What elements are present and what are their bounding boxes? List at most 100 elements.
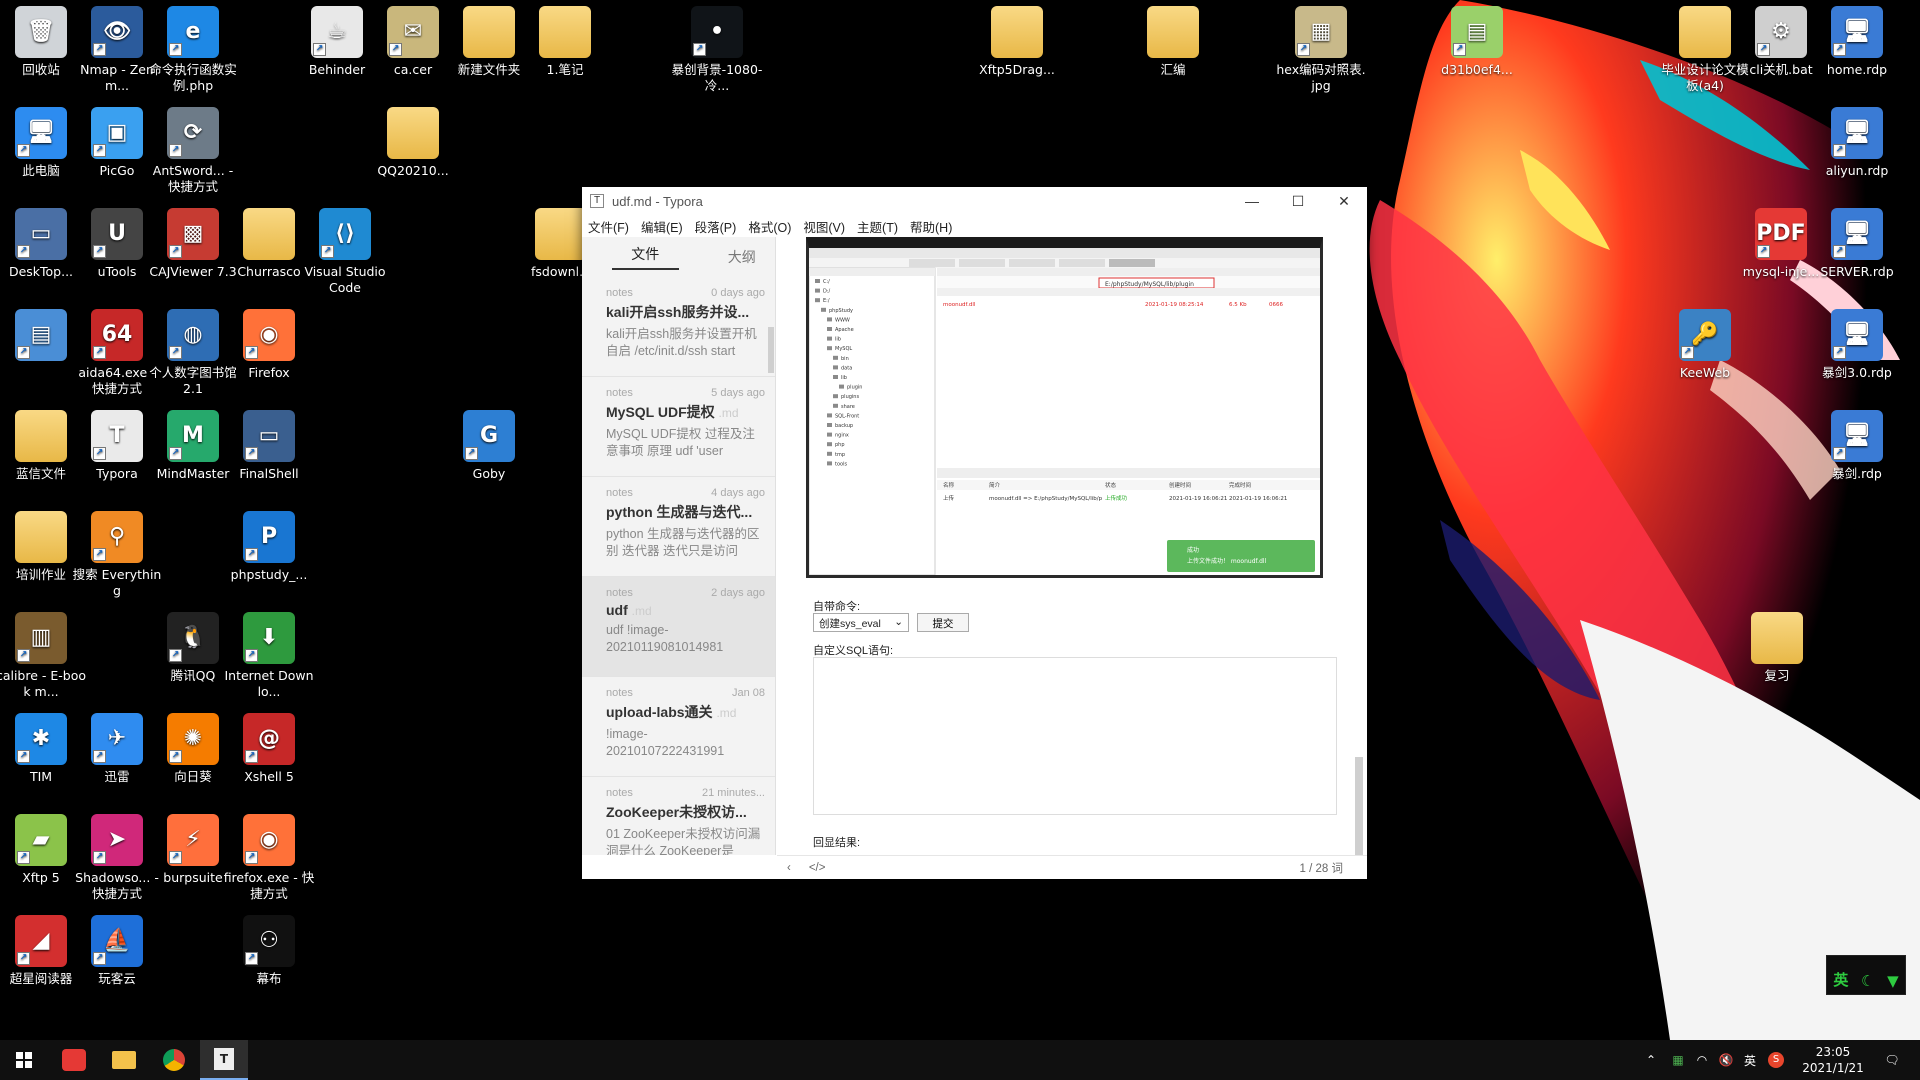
desktop-icon[interactable]: ⟨⟩ ↗ Visual Studio Code	[299, 208, 391, 296]
desktop-icon[interactable]: 🖥 ↗ 暴剑.rdp	[1811, 410, 1903, 482]
start-button[interactable]	[0, 1040, 48, 1080]
desktop-icon[interactable]: ⛵ ↗ 玩客云	[71, 915, 163, 987]
desktop-icon[interactable]: e ↗ 命令执行函数实例.php	[147, 6, 239, 94]
desktop-icon[interactable]: 🖥 ↗ 暴剑3.0.rdp	[1811, 309, 1903, 381]
volume-muted-icon[interactable]: 🔇	[1714, 1040, 1738, 1080]
tray-app-icon[interactable]: ▦	[1666, 1040, 1690, 1080]
desktop-icon[interactable]: 🖥 ↗ aliyun.rdp	[1811, 107, 1903, 179]
desktop-icon[interactable]: ◉ ↗ firefox.exe - 快捷方式	[223, 814, 315, 902]
editor-pane[interactable]: E:/phpStudy/MySQL/lib/plugin moonudf.dll…	[777, 237, 1367, 855]
shortcut-arrow-icon: ↗	[17, 346, 30, 359]
task-col-desc: 简介	[989, 481, 1001, 489]
desktop-icon[interactable]: 🖥 ↗ home.rdp	[1811, 6, 1903, 78]
title-bar[interactable]: T udf.md - Typora — ☐ ✕	[582, 187, 1367, 215]
app-icon: T ↗	[91, 410, 143, 462]
taskbar-typora[interactable]: T	[200, 1040, 248, 1080]
file-list-item[interactable]: notes 0 days ago kali开启ssh服务并设... kali开启ss…	[582, 277, 775, 377]
app-icon: • ↗	[691, 6, 743, 58]
tree-folder-icon	[821, 307, 826, 312]
menu-theme[interactable]: 主题(T)	[857, 217, 898, 236]
tree-node: plugin	[847, 385, 862, 391]
desktop-icon[interactable]: ▤ ↗ d31b0ef4...	[1431, 6, 1523, 78]
menu-edit[interactable]: 编辑(E)	[641, 217, 683, 236]
submit-button[interactable]: 提交	[917, 613, 969, 632]
desktop-icon[interactable]: ⚲ ↗ 搜索 Everything	[71, 511, 163, 599]
desktop-icon[interactable]: @ ↗ Xshell 5	[223, 713, 315, 785]
desktop-icon[interactable]: 汇编	[1127, 6, 1219, 78]
tray-lang[interactable]: 英	[1738, 1040, 1762, 1080]
menu-format[interactable]: 格式(O)	[748, 217, 791, 236]
app-icon: 🐧 ↗	[167, 612, 219, 664]
tree-folder-icon	[815, 288, 820, 293]
icon-glyph: M	[182, 423, 204, 448]
menu-view[interactable]: 视图(V)	[803, 217, 845, 236]
app-icon: ☕ ↗	[311, 6, 363, 58]
clock[interactable]: 23:05 2021/1/21	[1796, 1040, 1870, 1080]
desktop-icon-label: 汇编	[1160, 62, 1186, 77]
desktop-icon[interactable]: ⟳ ↗ AntSword... - 快捷方式	[147, 107, 239, 195]
file-title: udf	[606, 602, 628, 618]
typora-window: T udf.md - Typora — ☐ ✕ 文件(F) 编辑(E) 段落(P…	[582, 187, 1367, 879]
file-list-item[interactable]: notes Jan 08 upload-labs通关 .md !image-20210…	[582, 677, 775, 777]
back-arrow-icon[interactable]: ‹	[787, 862, 791, 874]
folder-icon	[1147, 6, 1199, 58]
sogou-icon[interactable]: S	[1762, 1040, 1790, 1080]
file-row-date: 2021-01-19 08:25:14	[1145, 302, 1204, 308]
app-icon: 🔑 ↗	[1679, 309, 1731, 361]
desktop-icon[interactable]: 1.笔记	[519, 6, 611, 78]
desktop-icon[interactable]: P ↗ phpstudy_...	[223, 511, 315, 583]
sidebar-scrollbar[interactable]	[768, 327, 774, 373]
icon-glyph: ◉	[259, 322, 279, 347]
shortcut-arrow-icon: ↗	[93, 548, 106, 561]
sql-textarea[interactable]	[813, 657, 1337, 815]
menu-bar: 文件(F) 编辑(E) 段落(P) 格式(O) 视图(V) 主题(T) 帮助(H…	[582, 215, 1367, 237]
menu-help[interactable]: 帮助(H)	[910, 217, 952, 236]
tab-files[interactable]: 文件	[612, 244, 679, 270]
close-button[interactable]: ✕	[1321, 193, 1367, 210]
wifi-icon[interactable]: ◠	[1690, 1040, 1714, 1080]
desktop-icon[interactable]: 复习	[1731, 612, 1823, 684]
desktop-icon[interactable]: 🔑 ↗ KeeWeb	[1659, 309, 1751, 381]
shortcut-arrow-icon: ↗	[1453, 43, 1466, 56]
taskbar-chrome[interactable]	[150, 1040, 198, 1080]
word-count[interactable]: 1 / 28 词	[1300, 860, 1343, 876]
desktop-icon[interactable]: ◉ ↗ Firefox	[223, 309, 315, 381]
icon-glyph: ➤	[107, 827, 127, 852]
desktop-icon[interactable]: Xftp5Drag...	[971, 6, 1063, 78]
desktop-icon[interactable]: ▥ ↗ calibre - E-book m...	[0, 612, 87, 700]
chrome-icon	[163, 1049, 185, 1071]
menu-file[interactable]: 文件(F)	[588, 217, 629, 236]
desktop-icon[interactable]: • ↗ 暴创背景-1080-冷...	[671, 6, 763, 94]
file-list-item[interactable]: notes 4 days ago python 生成器与迭代... python 生…	[582, 477, 775, 577]
taskbar-explorer[interactable]	[100, 1040, 148, 1080]
tray-chevron-up-icon[interactable]: ⌃	[1638, 1040, 1664, 1080]
app-icon: 🖥 ↗	[1831, 309, 1883, 361]
desktop-icon[interactable]: 🖥 ↗ SERVER.rdp	[1811, 208, 1903, 280]
desktop-icon[interactable]: ⬇ ↗ Internet Downlo...	[223, 612, 315, 700]
shortcut-arrow-icon: ↗	[245, 750, 258, 763]
desktop-icon[interactable]: ▭ ↗ FinalShell	[223, 410, 315, 482]
desktop-icon[interactable]: G ↗ Goby	[443, 410, 535, 482]
editor-scrollbar[interactable]	[1355, 757, 1363, 855]
file-list-item[interactable]: notes 21 minutes... ZooKeeper未授权访... 01 Zo…	[582, 777, 775, 855]
file-list-item[interactable]: notes 2 days ago udf .md udf !image-2021011…	[582, 577, 775, 677]
desktop-icon[interactable]: QQ20210...	[367, 107, 459, 179]
notification-icon[interactable]: 🗨	[1872, 1040, 1912, 1080]
file-excerpt: python 生成器与迭代器的区别 迭代器 迭代只是访问	[606, 527, 760, 558]
maximize-button[interactable]: ☐	[1275, 193, 1321, 210]
file-list-item[interactable]: notes 5 days ago MySQL UDF提权 .md MySQL UDF提…	[582, 377, 775, 477]
desktop-icon[interactable]: ▦ ↗ hex编码对照表.jpg	[1275, 6, 1367, 94]
file-notes-label: notes	[606, 487, 633, 499]
ime-indicator[interactable]: 英 ☾ ▼	[1826, 955, 1906, 995]
app-icon: ⚲ ↗	[91, 511, 143, 563]
desktop-icon[interactable]: ⚇ ↗ 幕布	[223, 915, 315, 987]
taskbar-youdao[interactable]	[50, 1040, 98, 1080]
minimize-button[interactable]: —	[1229, 193, 1275, 210]
command-select[interactable]: 创建sys_eval ⌄	[813, 613, 909, 632]
desktop-icon-label: 搜索 Everything	[72, 567, 162, 598]
icon-glyph: ⚙	[1771, 19, 1791, 44]
app-icon: 🗑	[15, 6, 67, 58]
source-code-icon[interactable]: </>	[809, 862, 826, 874]
menu-paragraph[interactable]: 段落(P)	[695, 217, 737, 236]
tab-outline[interactable]: 大纲	[709, 247, 776, 267]
